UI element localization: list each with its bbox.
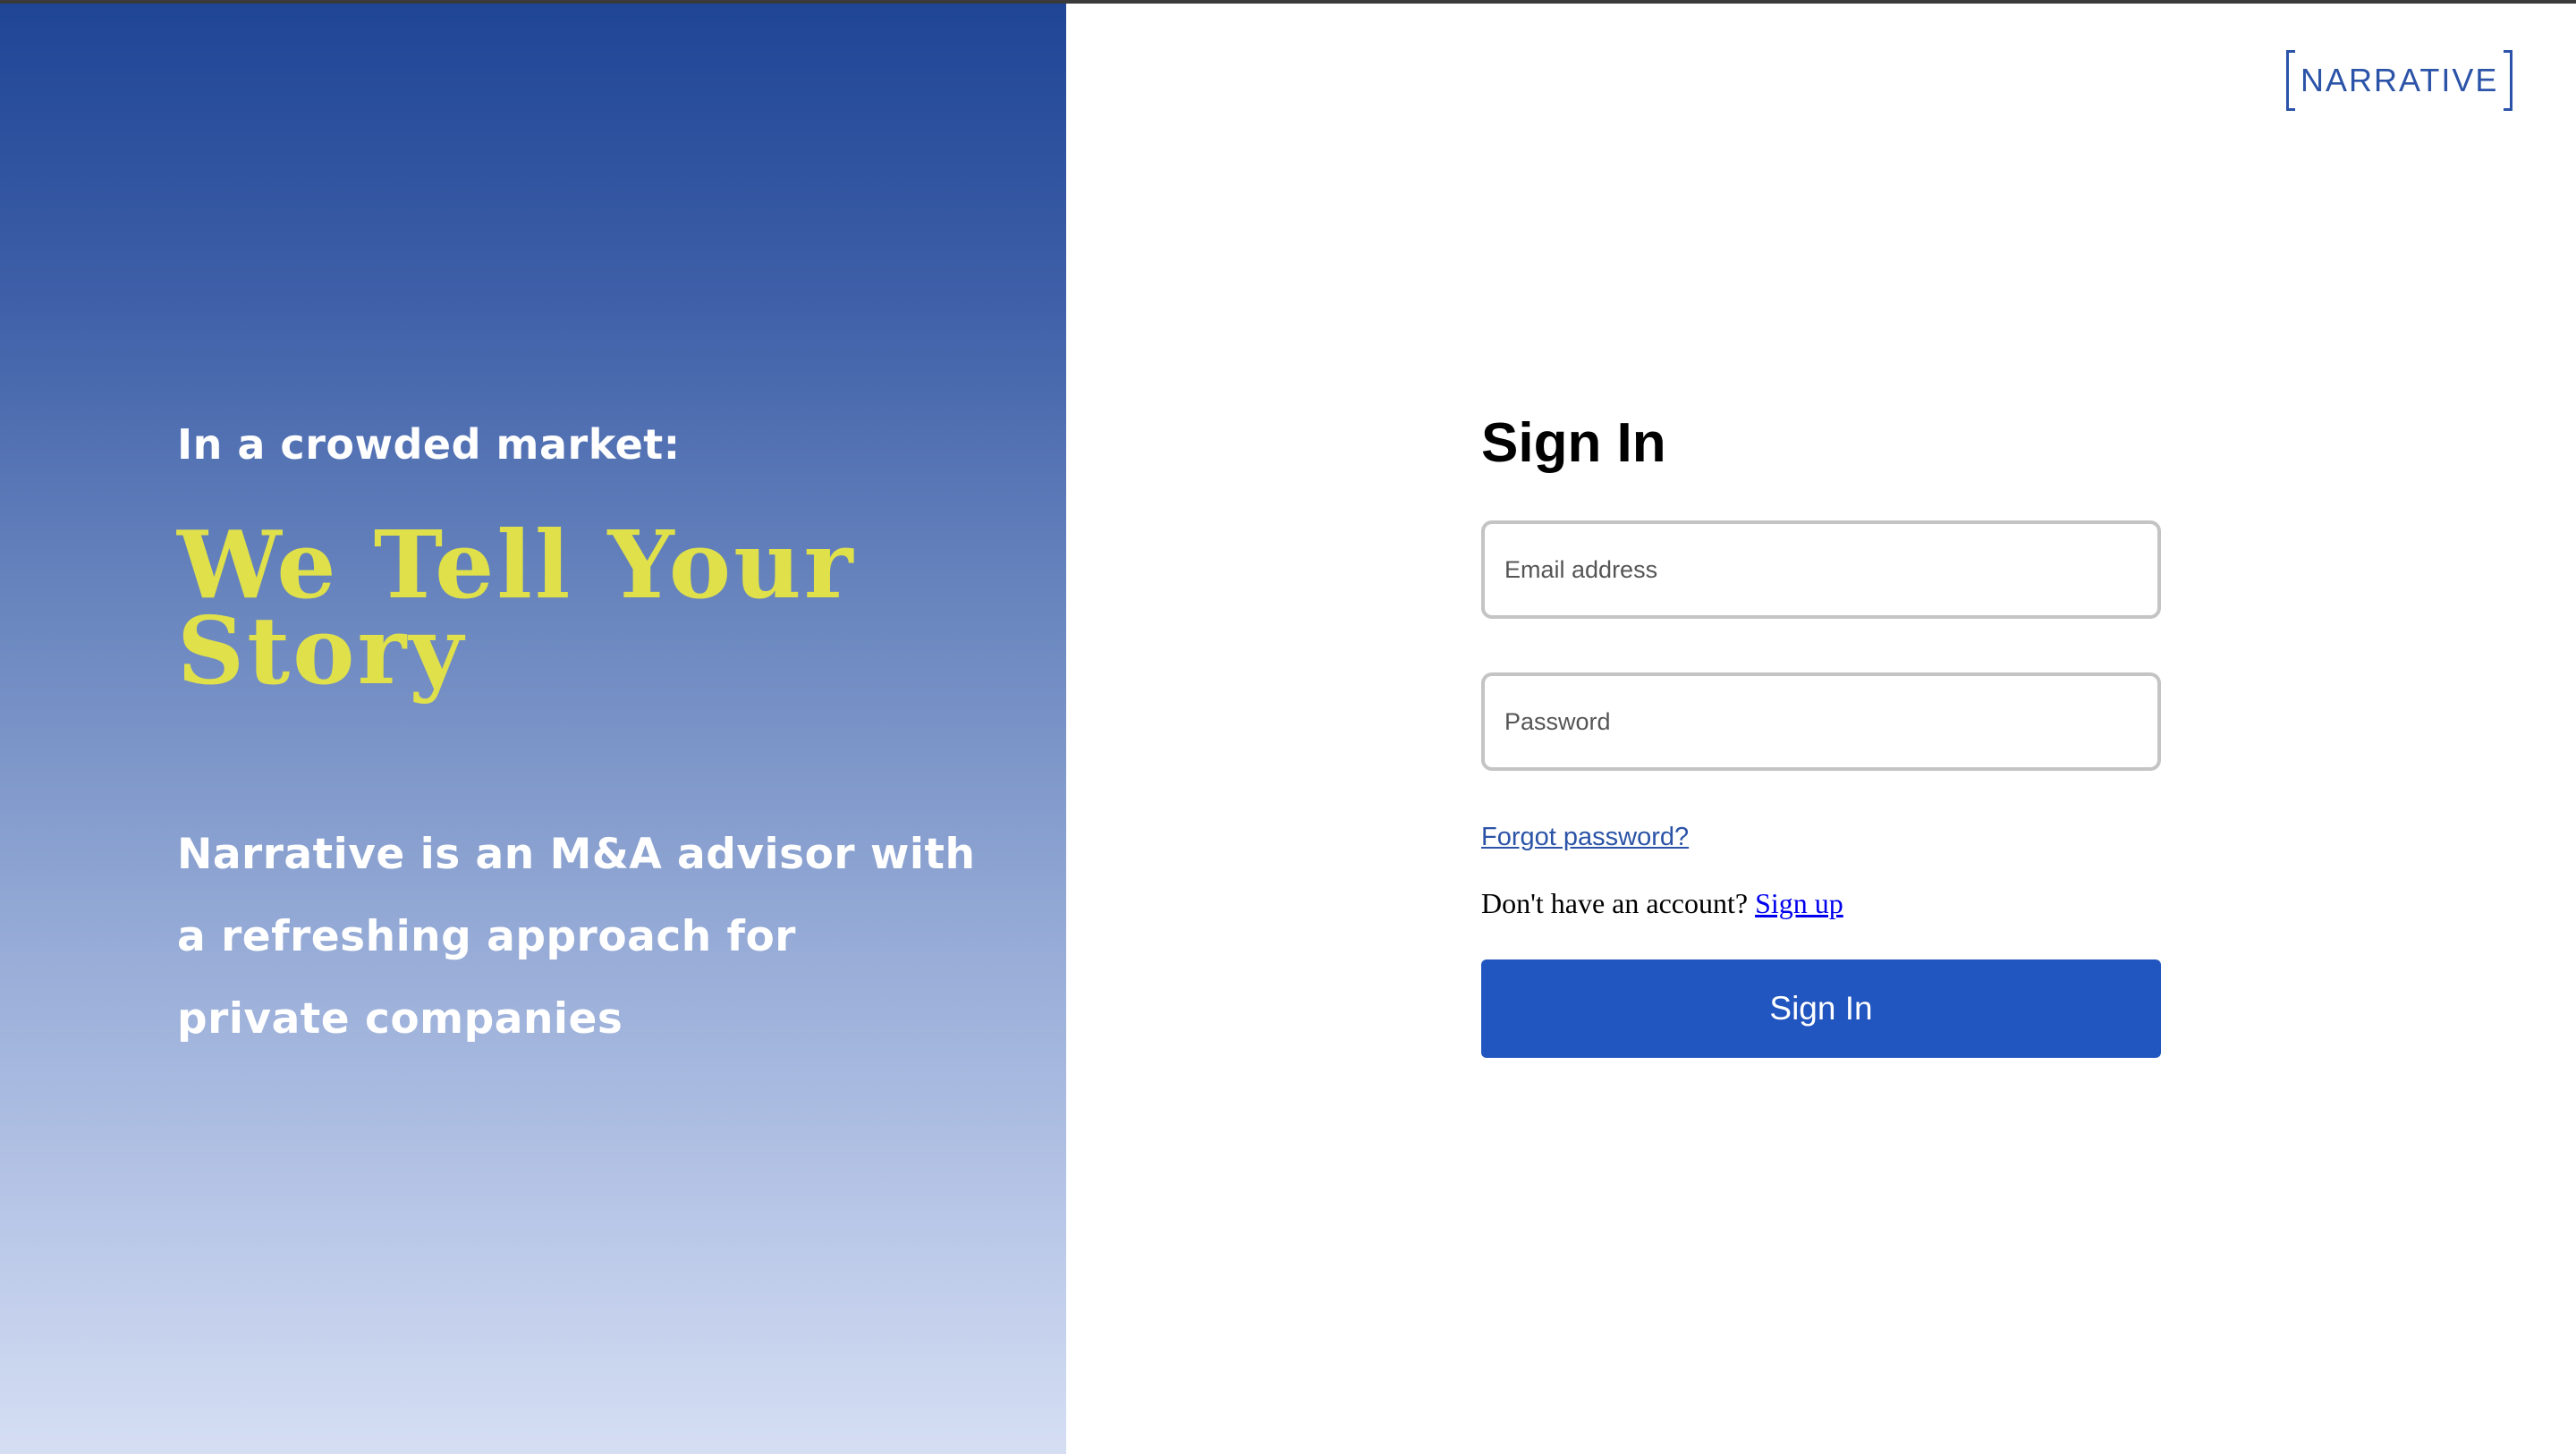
no-account-text: Don't have an account? <box>1481 887 1749 919</box>
signin-title: Sign In <box>1481 412 1666 474</box>
logo-wordmark: NARRATIVE <box>2301 62 2499 98</box>
signin-button[interactable]: Sign In <box>1481 959 2161 1058</box>
hero-panel: In a crowded market: We Tell Your Story … <box>0 4 1066 1454</box>
logo-left-bracket-icon <box>2286 50 2295 111</box>
email-field[interactable] <box>1481 520 2161 619</box>
hero-headline: We Tell Your Story <box>177 510 856 706</box>
password-field[interactable] <box>1481 672 2161 771</box>
signup-link[interactable]: Sign up <box>1755 887 1843 919</box>
login-page: In a crowded market: We Tell Your Story … <box>0 0 2576 1454</box>
logo-right-bracket-icon <box>2504 50 2513 111</box>
forgot-password-link[interactable]: Forgot password? <box>1481 823 1689 852</box>
narrative-logo: NARRATIVE <box>2286 50 2513 111</box>
hero-description: Narrative is an M&A advisor with a refre… <box>177 830 976 1044</box>
signup-prompt: Don't have an account? Sign up <box>1481 887 1843 920</box>
hero-kicker: In a crowded market: <box>177 420 681 469</box>
